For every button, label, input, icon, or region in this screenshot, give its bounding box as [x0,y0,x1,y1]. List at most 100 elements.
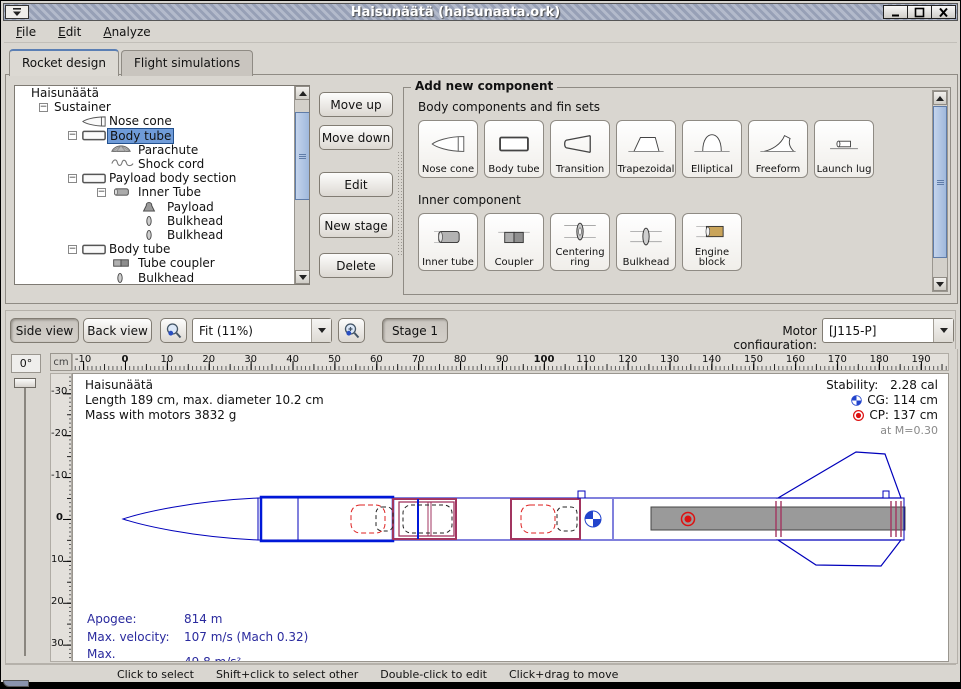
tree-item-stage[interactable]: − Sustainer [15,100,309,114]
add-engine-block-button[interactable]: Engine block [682,213,742,271]
add-transition-button[interactable]: Transition [550,120,610,178]
collapse-expander-icon[interactable]: − [97,188,106,197]
cp-value: 137 cm [893,408,938,423]
h-ruler-label: 160 [786,354,805,365]
add-body-tube-button[interactable]: Body tube [484,120,544,178]
delete-button[interactable]: Delete [319,253,393,278]
tree-item-rocket[interactable]: Haisunäätä [15,86,309,100]
body-components-label: Body components and fin sets [418,100,600,114]
add-bulkhead-button[interactable]: Bulkhead [616,213,676,271]
add-elliptical-fin-button[interactable]: Elliptical [682,120,742,178]
add-inner-tube-button[interactable]: Inner tube [418,213,478,271]
tree-scrollbar-thumb[interactable] [295,112,310,200]
edit-button[interactable]: Edit [319,172,393,197]
flight-stats: Apogee:814 m Max. velocity:107 m/s (Mach… [85,610,310,662]
freeform-fin-icon [755,123,801,165]
tab-bar: Rocket design Flight simulations [5,44,253,75]
window-bottom-edge [1,682,960,688]
stability-value: 2.28 cal [890,378,938,393]
rotation-slider-handle[interactable] [14,378,36,388]
collapse-expander-icon[interactable]: − [68,174,77,183]
tree-item-inner-tube[interactable]: − Inner Tube [15,185,309,199]
scroll-up-icon[interactable] [295,86,310,100]
tree-item-tube-coupler[interactable]: Tube coupler [15,256,309,270]
h-ruler-label: 190 [912,354,931,365]
chevron-down-icon[interactable] [311,319,331,342]
collapse-expander-icon[interactable]: − [39,103,48,112]
rotation-slider-track[interactable] [24,388,26,656]
resize-corner[interactable] [3,680,29,687]
menu-file[interactable]: File [16,25,36,39]
add-nose-cone-button[interactable]: Nose cone [418,120,478,178]
tree-item-nose-cone[interactable]: Nose cone [15,114,309,128]
tab-flight-simulations[interactable]: Flight simulations [121,50,253,76]
component-tree[interactable]: Haisunäätä − Sustainer Nose cone − Body … [14,85,310,285]
component-scrollbar-thumb[interactable] [933,106,947,258]
stat-row: Max. acceleration:49.8 m/s² [87,647,308,662]
zoom-level-select[interactable]: Fit (11%) [192,318,332,343]
side-view-button[interactable]: Side view [10,318,79,343]
tree-item-payload[interactable]: Payload [15,200,309,214]
component-panel-scrollbar[interactable] [932,90,948,292]
h-ruler-label: 0 [122,354,129,365]
tube-coupler-icon [110,257,136,269]
tree-scrollbar[interactable] [294,86,309,284]
inner-tube-icon [110,186,136,198]
tree-item-parachute[interactable]: Parachute [15,143,309,157]
new-stage-button[interactable]: New stage [319,213,393,238]
scroll-down-icon[interactable] [933,277,947,291]
group-title: Add new component [411,79,557,93]
v-ruler-label: -20 [51,428,63,439]
zoom-out-button[interactable] [160,318,187,343]
back-view-button[interactable]: Back view [83,318,152,343]
scroll-down-icon[interactable] [295,270,310,284]
tree-item-bulkhead[interactable]: Bulkhead [15,228,309,242]
tree-item-body-tube[interactable]: − Body tube [15,129,309,143]
bulkhead-icon [139,229,165,241]
chevron-down-icon[interactable] [933,319,953,342]
h-ruler-label: 120 [618,354,637,365]
tree-item-shock-cord[interactable]: Shock cord [15,157,309,171]
add-coupler-button[interactable]: Coupler [484,213,544,271]
stat-value: 814 m [184,612,308,628]
bulkhead-icon [110,272,136,284]
tree-item-bulkhead[interactable]: Bulkhead [15,214,309,228]
tree-item-payload-body-section[interactable]: − Payload body section [15,171,309,185]
h-ruler: -100102030405060708090100110120130140150… [72,353,949,371]
move-down-button[interactable]: Move down [319,125,393,150]
mach-note: at M=0.30 [826,423,938,438]
menu-edit[interactable]: Edit [58,25,81,39]
rocket-canvas[interactable]: Haisunäätä Length 189 cm, max. diameter … [72,373,949,662]
minimize-button[interactable] [883,5,908,19]
menu-analyze[interactable]: Analyze [103,25,150,39]
tree-item-bulkhead-3[interactable]: Bulkhead [15,270,309,284]
add-trapezoidal-fin-button[interactable]: Trapezoidal [616,120,676,178]
scroll-up-icon[interactable] [933,91,947,105]
centering-ring-icon [557,216,603,248]
collapse-expander-icon[interactable]: − [68,245,77,254]
maximize-icon [913,7,926,18]
stat-label: Max. acceleration: [87,647,182,662]
add-launch-lug-button[interactable]: Launch lug [814,120,874,178]
add-freeform-fin-button[interactable]: Freeform [748,120,808,178]
stage1-toggle-button[interactable]: Stage 1 [382,318,448,343]
window-menu-button[interactable] [5,5,29,19]
title-bar[interactable]: Haisunäätä (haisunaata.ork) [3,3,958,21]
tree-item-body-tube-2[interactable]: − Body tube [15,242,309,256]
nose-cone-icon [81,115,107,128]
zoom-in-button[interactable] [338,318,365,343]
openrocket-window: Haisunäätä (haisunaata.ork) File Edit An… [0,0,961,689]
h-ruler-label: 60 [370,354,383,365]
v-ruler-label: -30 [51,386,63,397]
maximize-button[interactable] [907,5,932,19]
tab-rocket-design[interactable]: Rocket design [9,49,119,76]
collapse-expander-icon[interactable]: − [68,131,77,140]
add-centering-ring-button[interactable]: Centering ring [550,213,610,271]
move-up-button[interactable]: Move up [319,92,393,117]
v-ruler: -30-20-100102030 [50,373,72,662]
motor-configuration-select[interactable]: [J115-P] [822,318,954,343]
trapezoidal-fin-icon [623,123,669,165]
cg-label: CG: [867,393,889,408]
close-button[interactable] [931,5,956,19]
engine-block-icon [689,216,735,248]
